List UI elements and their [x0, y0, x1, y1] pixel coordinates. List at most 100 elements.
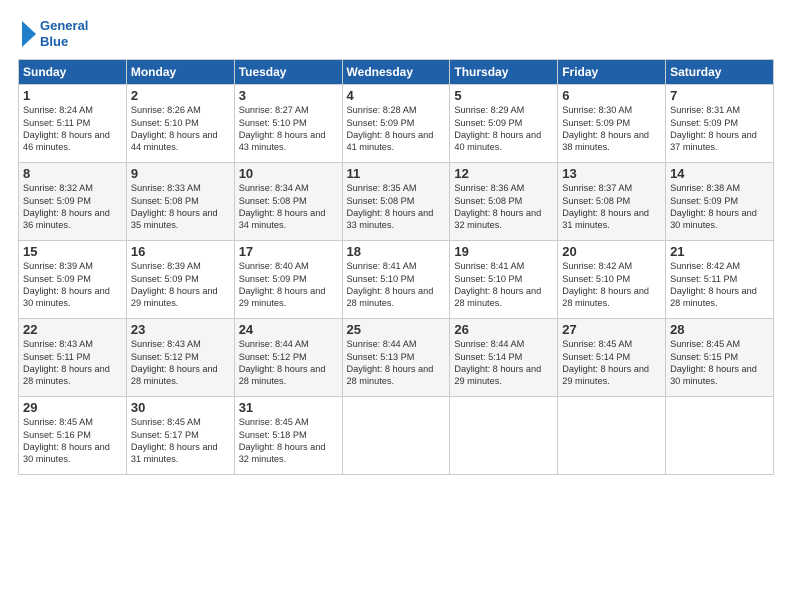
day-number: 16: [131, 244, 230, 259]
day-info: Sunrise: 8:44 AM Sunset: 5:14 PM Dayligh…: [454, 338, 553, 388]
day-number: 2: [131, 88, 230, 103]
day-number: 9: [131, 166, 230, 181]
calendar-cell: 8Sunrise: 8:32 AM Sunset: 5:09 PM Daylig…: [19, 163, 127, 241]
day-info: Sunrise: 8:45 AM Sunset: 5:18 PM Dayligh…: [239, 416, 338, 466]
weekday-header-tuesday: Tuesday: [234, 60, 342, 85]
day-info: Sunrise: 8:32 AM Sunset: 5:09 PM Dayligh…: [23, 182, 122, 232]
day-number: 23: [131, 322, 230, 337]
day-number: 15: [23, 244, 122, 259]
calendar-cell: 25Sunrise: 8:44 AM Sunset: 5:13 PM Dayli…: [342, 319, 450, 397]
weekday-header-sunday: Sunday: [19, 60, 127, 85]
day-number: 13: [562, 166, 661, 181]
calendar-cell: 20Sunrise: 8:42 AM Sunset: 5:10 PM Dayli…: [558, 241, 666, 319]
day-info: Sunrise: 8:29 AM Sunset: 5:09 PM Dayligh…: [454, 104, 553, 154]
calendar-cell: 13Sunrise: 8:37 AM Sunset: 5:08 PM Dayli…: [558, 163, 666, 241]
day-info: Sunrise: 8:28 AM Sunset: 5:09 PM Dayligh…: [347, 104, 446, 154]
logo-triangle-icon: [18, 19, 38, 49]
day-info: Sunrise: 8:44 AM Sunset: 5:13 PM Dayligh…: [347, 338, 446, 388]
day-info: Sunrise: 8:27 AM Sunset: 5:10 PM Dayligh…: [239, 104, 338, 154]
weekday-header-wednesday: Wednesday: [342, 60, 450, 85]
calendar-cell: 29Sunrise: 8:45 AM Sunset: 5:16 PM Dayli…: [19, 397, 127, 475]
day-info: Sunrise: 8:44 AM Sunset: 5:12 PM Dayligh…: [239, 338, 338, 388]
weekday-header-friday: Friday: [558, 60, 666, 85]
day-info: Sunrise: 8:36 AM Sunset: 5:08 PM Dayligh…: [454, 182, 553, 232]
day-number: 8: [23, 166, 122, 181]
day-number: 4: [347, 88, 446, 103]
calendar-cell: 1Sunrise: 8:24 AM Sunset: 5:11 PM Daylig…: [19, 85, 127, 163]
day-info: Sunrise: 8:43 AM Sunset: 5:12 PM Dayligh…: [131, 338, 230, 388]
day-number: 6: [562, 88, 661, 103]
day-info: Sunrise: 8:30 AM Sunset: 5:09 PM Dayligh…: [562, 104, 661, 154]
day-info: Sunrise: 8:33 AM Sunset: 5:08 PM Dayligh…: [131, 182, 230, 232]
calendar-cell: 7Sunrise: 8:31 AM Sunset: 5:09 PM Daylig…: [666, 85, 774, 163]
day-info: Sunrise: 8:26 AM Sunset: 5:10 PM Dayligh…: [131, 104, 230, 154]
day-info: Sunrise: 8:38 AM Sunset: 5:09 PM Dayligh…: [670, 182, 769, 232]
day-number: 11: [347, 166, 446, 181]
day-number: 7: [670, 88, 769, 103]
calendar-cell: 17Sunrise: 8:40 AM Sunset: 5:09 PM Dayli…: [234, 241, 342, 319]
calendar-cell: 9Sunrise: 8:33 AM Sunset: 5:08 PM Daylig…: [126, 163, 234, 241]
calendar-cell: 28Sunrise: 8:45 AM Sunset: 5:15 PM Dayli…: [666, 319, 774, 397]
weekday-header-monday: Monday: [126, 60, 234, 85]
day-number: 31: [239, 400, 338, 415]
day-number: 22: [23, 322, 122, 337]
calendar-cell: [342, 397, 450, 475]
day-info: Sunrise: 8:42 AM Sunset: 5:11 PM Dayligh…: [670, 260, 769, 310]
day-info: Sunrise: 8:31 AM Sunset: 5:09 PM Dayligh…: [670, 104, 769, 154]
calendar-cell: 19Sunrise: 8:41 AM Sunset: 5:10 PM Dayli…: [450, 241, 558, 319]
calendar-cell: 26Sunrise: 8:44 AM Sunset: 5:14 PM Dayli…: [450, 319, 558, 397]
logo-line2: Blue: [40, 34, 88, 50]
logo-line1: General: [40, 18, 88, 34]
calendar-cell: 27Sunrise: 8:45 AM Sunset: 5:14 PM Dayli…: [558, 319, 666, 397]
weekday-header-saturday: Saturday: [666, 60, 774, 85]
calendar-cell: 22Sunrise: 8:43 AM Sunset: 5:11 PM Dayli…: [19, 319, 127, 397]
day-info: Sunrise: 8:24 AM Sunset: 5:11 PM Dayligh…: [23, 104, 122, 154]
calendar-cell: 23Sunrise: 8:43 AM Sunset: 5:12 PM Dayli…: [126, 319, 234, 397]
calendar-cell: [450, 397, 558, 475]
day-info: Sunrise: 8:43 AM Sunset: 5:11 PM Dayligh…: [23, 338, 122, 388]
day-info: Sunrise: 8:35 AM Sunset: 5:08 PM Dayligh…: [347, 182, 446, 232]
day-info: Sunrise: 8:39 AM Sunset: 5:09 PM Dayligh…: [131, 260, 230, 310]
calendar-cell: 21Sunrise: 8:42 AM Sunset: 5:11 PM Dayli…: [666, 241, 774, 319]
calendar-cell: 5Sunrise: 8:29 AM Sunset: 5:09 PM Daylig…: [450, 85, 558, 163]
day-number: 19: [454, 244, 553, 259]
calendar-cell: 15Sunrise: 8:39 AM Sunset: 5:09 PM Dayli…: [19, 241, 127, 319]
day-number: 21: [670, 244, 769, 259]
calendar-table: SundayMondayTuesdayWednesdayThursdayFrid…: [18, 59, 774, 475]
day-info: Sunrise: 8:34 AM Sunset: 5:08 PM Dayligh…: [239, 182, 338, 232]
calendar-cell: 10Sunrise: 8:34 AM Sunset: 5:08 PM Dayli…: [234, 163, 342, 241]
calendar-cell: 24Sunrise: 8:44 AM Sunset: 5:12 PM Dayli…: [234, 319, 342, 397]
calendar-cell: 12Sunrise: 8:36 AM Sunset: 5:08 PM Dayli…: [450, 163, 558, 241]
day-info: Sunrise: 8:41 AM Sunset: 5:10 PM Dayligh…: [454, 260, 553, 310]
day-info: Sunrise: 8:42 AM Sunset: 5:10 PM Dayligh…: [562, 260, 661, 310]
calendar-cell: [666, 397, 774, 475]
day-number: 3: [239, 88, 338, 103]
day-info: Sunrise: 8:45 AM Sunset: 5:14 PM Dayligh…: [562, 338, 661, 388]
day-info: Sunrise: 8:45 AM Sunset: 5:15 PM Dayligh…: [670, 338, 769, 388]
day-info: Sunrise: 8:37 AM Sunset: 5:08 PM Dayligh…: [562, 182, 661, 232]
day-number: 17: [239, 244, 338, 259]
calendar-cell: [558, 397, 666, 475]
day-info: Sunrise: 8:39 AM Sunset: 5:09 PM Dayligh…: [23, 260, 122, 310]
day-number: 10: [239, 166, 338, 181]
calendar-cell: 11Sunrise: 8:35 AM Sunset: 5:08 PM Dayli…: [342, 163, 450, 241]
day-info: Sunrise: 8:40 AM Sunset: 5:09 PM Dayligh…: [239, 260, 338, 310]
day-number: 1: [23, 88, 122, 103]
day-number: 29: [23, 400, 122, 415]
day-number: 28: [670, 322, 769, 337]
day-number: 25: [347, 322, 446, 337]
logo: General Blue: [18, 18, 88, 49]
calendar-cell: 31Sunrise: 8:45 AM Sunset: 5:18 PM Dayli…: [234, 397, 342, 475]
calendar-cell: 16Sunrise: 8:39 AM Sunset: 5:09 PM Dayli…: [126, 241, 234, 319]
day-number: 26: [454, 322, 553, 337]
day-info: Sunrise: 8:41 AM Sunset: 5:10 PM Dayligh…: [347, 260, 446, 310]
calendar-cell: 14Sunrise: 8:38 AM Sunset: 5:09 PM Dayli…: [666, 163, 774, 241]
calendar-cell: 6Sunrise: 8:30 AM Sunset: 5:09 PM Daylig…: [558, 85, 666, 163]
calendar-cell: 30Sunrise: 8:45 AM Sunset: 5:17 PM Dayli…: [126, 397, 234, 475]
day-number: 24: [239, 322, 338, 337]
day-info: Sunrise: 8:45 AM Sunset: 5:16 PM Dayligh…: [23, 416, 122, 466]
weekday-header-thursday: Thursday: [450, 60, 558, 85]
calendar-cell: 2Sunrise: 8:26 AM Sunset: 5:10 PM Daylig…: [126, 85, 234, 163]
day-number: 27: [562, 322, 661, 337]
day-number: 14: [670, 166, 769, 181]
